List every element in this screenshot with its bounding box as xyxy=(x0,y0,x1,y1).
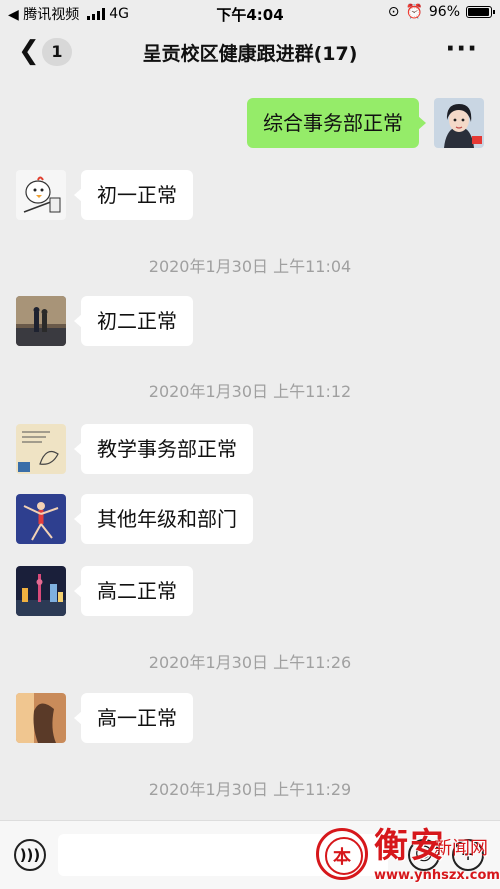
voice-icon[interactable]: ))) xyxy=(14,839,46,871)
avatar-girl-cartoon[interactable] xyxy=(434,98,484,148)
message-row: 高二正常 xyxy=(16,566,193,616)
message-bubble[interactable]: 初一正常 xyxy=(74,170,193,220)
message-bubble[interactable]: 高一正常 xyxy=(74,693,193,743)
avatar-sketch-note[interactable] xyxy=(16,424,66,474)
site-watermark: 本 衡安 新闻网 www.ynhszx.com xyxy=(316,824,500,886)
watermark-seal-icon: 本 xyxy=(316,828,368,880)
message-row: 教学事务部正常 xyxy=(16,424,253,474)
watermark-url: www.ynhszx.com xyxy=(374,868,500,883)
message-row: 综合事务部正常 xyxy=(247,98,484,148)
avatar-portrait[interactable] xyxy=(16,693,66,743)
message-timestamp: 2020年1月30日 上午11:04 xyxy=(148,257,352,276)
message-row: 初二正常 xyxy=(16,296,193,346)
message-timestamp: 2020年1月30日 上午11:12 xyxy=(148,382,352,401)
avatar-city-night[interactable] xyxy=(16,566,66,616)
battery-percent: 96% xyxy=(428,4,460,20)
message-bubble[interactable]: 综合事务部正常 xyxy=(247,98,426,148)
avatar-couple-photo[interactable] xyxy=(16,296,66,346)
message-timestamp: 2020年1月30日 上午11:29 xyxy=(148,780,352,799)
status-bar: ◀ 腾讯视频 4G 下午4:04 ⊙ ⏰ 96% xyxy=(0,0,500,26)
chat-header: ❮ 1 呈贡校区健康跟进群(17) ··· xyxy=(0,26,500,76)
message-bubble[interactable]: 高二正常 xyxy=(74,566,193,616)
battery-icon xyxy=(466,6,495,18)
message-row: 其他年级和部门 xyxy=(16,494,253,544)
message-bubble[interactable]: 初二正常 xyxy=(74,296,193,346)
chat-title: 呈贡校区健康跟进群(17) xyxy=(142,43,358,65)
avatar-dancer[interactable] xyxy=(16,494,66,544)
ellipsis-icon[interactable]: ··· xyxy=(445,34,478,64)
message-timestamp: 2020年1月30日 上午11:26 xyxy=(148,653,352,672)
message-bubble[interactable]: 其他年级和部门 xyxy=(74,494,253,544)
message-bubble[interactable]: 教学事务部正常 xyxy=(74,424,253,474)
message-row: 初一正常 xyxy=(16,170,193,220)
alarm-icon: ⏰ xyxy=(405,4,423,20)
avatar-cartoon-chicken[interactable] xyxy=(16,170,66,220)
message-row: 高一正常 xyxy=(16,693,193,743)
watermark-site-name: 新闻网 xyxy=(434,838,488,859)
orientation-lock-icon: ⊙ xyxy=(387,4,400,20)
status-right: ⊙ ⏰ 96% xyxy=(387,4,495,20)
